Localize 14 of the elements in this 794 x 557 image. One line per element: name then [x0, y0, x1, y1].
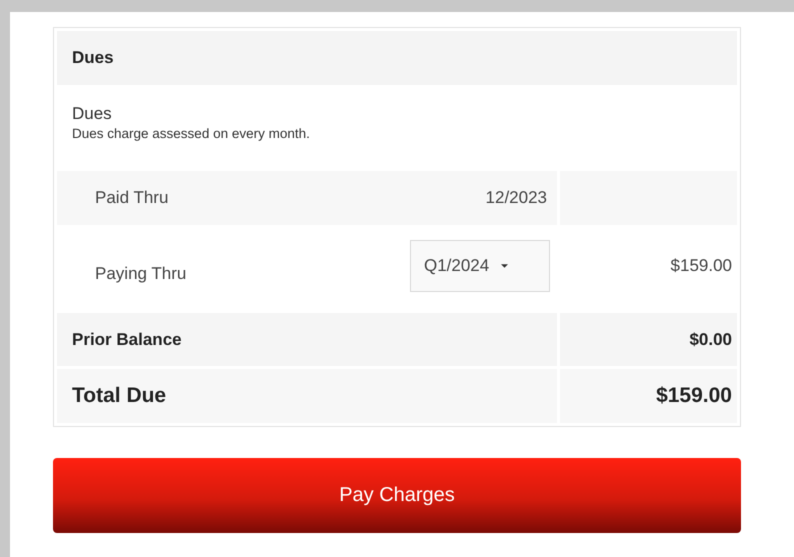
total-label: Total Due: [72, 384, 166, 408]
row-label: Paying Thru: [95, 264, 186, 284]
total-amount: $0.00: [689, 330, 732, 350]
charge-description: Dues charge assessed on every month.: [72, 126, 311, 141]
section-title: Dues: [72, 48, 114, 68]
charge-name: Dues: [72, 104, 113, 124]
pay-charges-button[interactable]: Pay Charges: [53, 458, 741, 533]
total-amount: $159.00: [656, 384, 732, 408]
row-amount: $159.00: [670, 256, 732, 276]
row-value: 12/2023: [486, 188, 547, 208]
row-label: Paid Thru: [95, 188, 168, 208]
period-dropdown[interactable]: Q1/2024: [410, 240, 550, 292]
caret-icon: [501, 264, 508, 268]
total-label: Prior Balance: [72, 330, 182, 350]
